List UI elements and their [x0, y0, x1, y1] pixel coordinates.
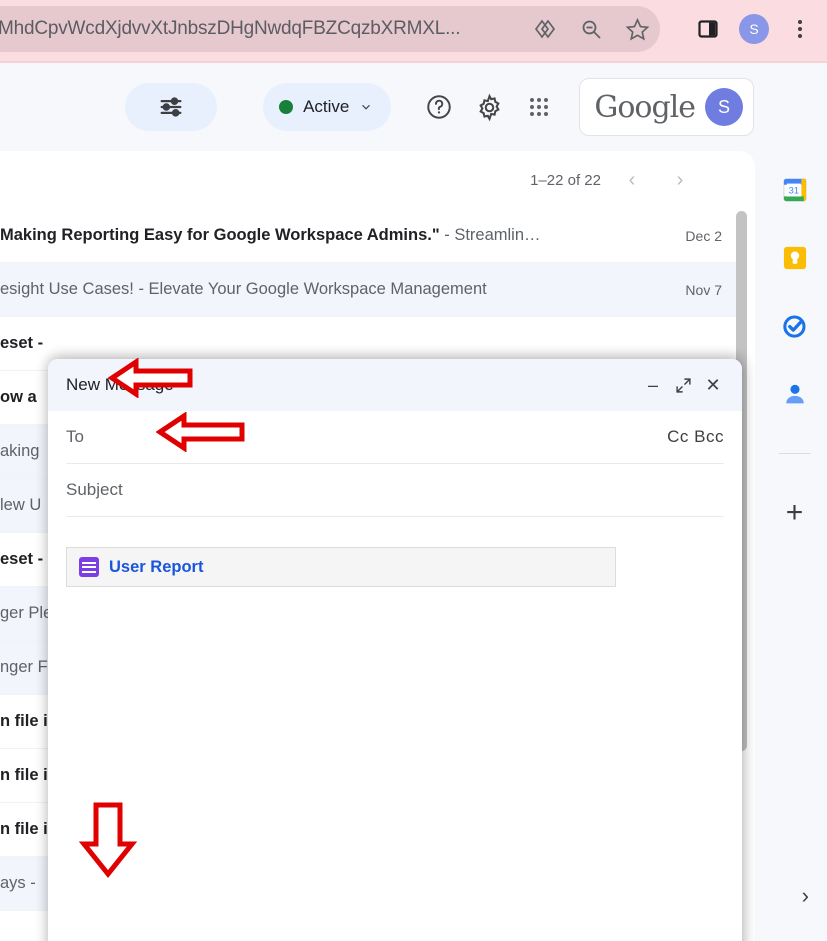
chrome-menu-icon[interactable]: [779, 8, 821, 50]
compose-title: New Message: [66, 375, 174, 394]
google-tasks-icon[interactable]: [780, 311, 810, 341]
split-view-icon[interactable]: [522, 17, 568, 41]
zoom-out-icon[interactable]: [568, 17, 614, 41]
compose-window: New Message – ✕ To Cc Bcc Subject User R…: [48, 359, 742, 941]
attachment-label[interactable]: User Report: [109, 558, 203, 577]
mail-row-date: Nov 7: [685, 281, 722, 298]
mail-row[interactable]: esight Use Cases! - Elevate Your Google …: [0, 263, 740, 317]
prev-page-button[interactable]: ‹: [615, 163, 649, 197]
status-chip-active[interactable]: Active: [263, 83, 392, 131]
screenshot-root: MhdCpvWcdXjdvvXtJnbszDHgNwdqFBZCqzbXRMXL…: [0, 0, 827, 941]
side-panel-divider: [778, 453, 811, 454]
gear-icon[interactable]: [465, 83, 513, 131]
mail-row[interactable]: Making Reporting Easy for Google Workspa…: [0, 209, 740, 263]
google-keep-icon[interactable]: [780, 243, 810, 273]
mail-row-subject: eset -: [0, 334, 44, 352]
tune-settings-icon[interactable]: [125, 83, 218, 131]
chevron-down-icon: [362, 104, 371, 110]
account-avatar[interactable]: S: [705, 88, 743, 126]
svg-text:31: 31: [788, 186, 798, 196]
address-bar[interactable]: MhdCpvWcdXjdvvXtJnbszDHgNwdqFBZCqzbXRMXL…: [0, 6, 660, 52]
add-addon-button[interactable]: +: [786, 498, 804, 528]
help-icon[interactable]: [415, 83, 463, 131]
attachment-chip-user-report[interactable]: User Report: [66, 547, 616, 587]
close-icon[interactable]: ✕: [698, 370, 728, 400]
mail-row-snippet: - Streamlin…: [439, 226, 541, 244]
compose-toolbar: Send: [48, 934, 742, 941]
expand-panel-chevron-icon[interactable]: ›: [802, 883, 809, 909]
google-contacts-icon[interactable]: [780, 379, 810, 409]
expand-compose-icon[interactable]: [668, 370, 698, 400]
status-label: Active: [303, 97, 350, 116]
google-calendar-icon[interactable]: 31: [780, 175, 810, 205]
next-page-button[interactable]: ›: [663, 163, 697, 197]
mail-row-subject: Making Reporting Easy for Google Workspa…: [0, 226, 541, 244]
bookmark-star-icon[interactable]: [614, 17, 660, 42]
cc-bcc-button[interactable]: Cc Bcc: [667, 427, 724, 447]
google-brand-label: Google: [594, 89, 696, 125]
pagination-controls: 1–22 of 22 ‹ ›: [530, 163, 697, 197]
google-apps-side-panel: 31 +: [762, 151, 827, 941]
subject-field-row[interactable]: Subject: [66, 464, 724, 517]
mail-row-date: Dec 2: [685, 227, 722, 244]
browser-toolbar: MhdCpvWcdXjdvvXtJnbszDHgNwdqFBZCqzbXRMXL…: [0, 0, 827, 58]
avatar-initial: S: [739, 14, 769, 44]
chrome-profile-avatar[interactable]: S: [733, 8, 775, 50]
to-field-label: To: [66, 427, 84, 446]
side-panel-icon[interactable]: [687, 8, 729, 50]
subject-field-label: Subject: [66, 480, 123, 499]
gmail-top-bar: Active Google S: [0, 63, 762, 151]
compose-header: New Message – ✕: [48, 359, 742, 411]
apps-grid-icon[interactable]: [515, 83, 563, 131]
status-dot: [279, 100, 294, 114]
address-bar-url[interactable]: MhdCpvWcdXjdvvXtJnbszDHgNwdqFBZCqzbXRMXL…: [0, 18, 522, 40]
to-field-row[interactable]: To Cc Bcc: [66, 411, 724, 464]
mail-row-subject: esight Use Cases! - Elevate Your Google …: [0, 280, 487, 298]
pagination-range: 1–22 of 22: [530, 171, 601, 189]
google-account-pill[interactable]: Google S: [579, 78, 754, 136]
chrome-right-controls: S: [687, 0, 821, 58]
minimize-icon[interactable]: –: [638, 370, 668, 400]
report-list-icon: [79, 557, 99, 577]
gmail-app: Active Google S 1–22 of 22 ‹ › Making Re…: [0, 63, 827, 941]
